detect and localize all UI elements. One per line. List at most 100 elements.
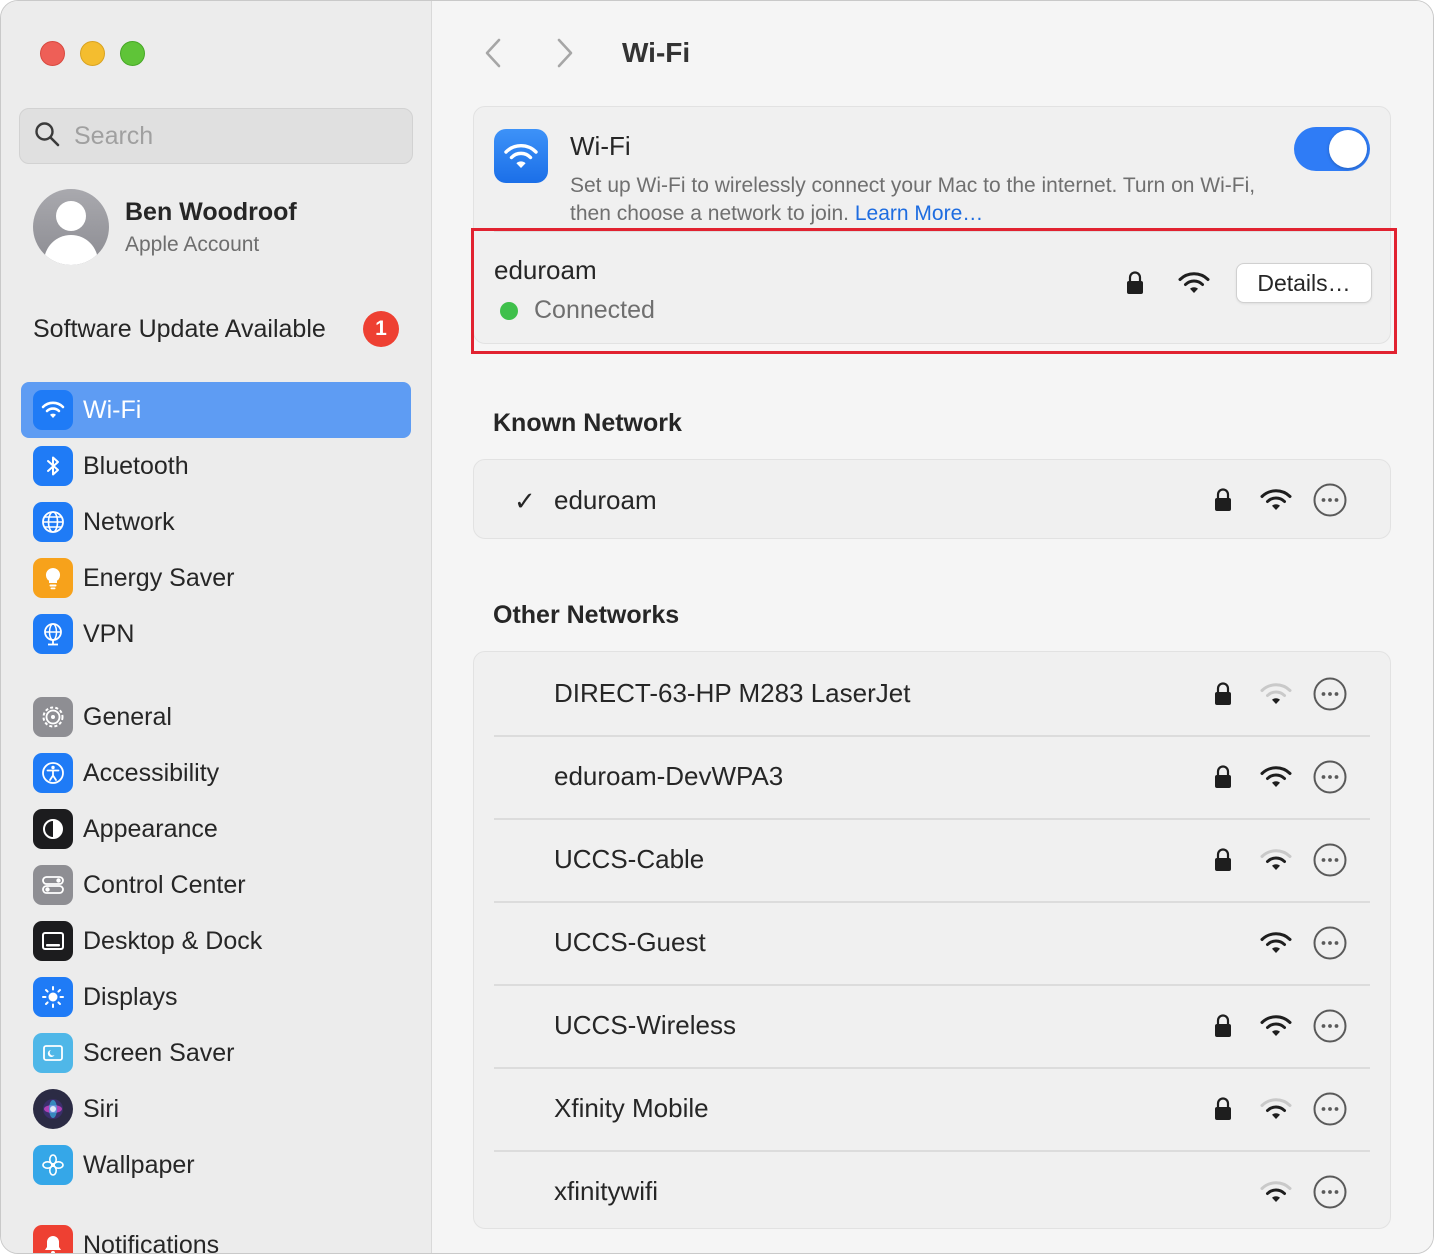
lock-icon: [1214, 764, 1232, 790]
avatar: [33, 189, 109, 265]
search-field[interactable]: [19, 108, 413, 164]
network-name: UCCS-Guest: [554, 927, 706, 957]
sidebar-item-label: Accessibility: [83, 758, 220, 787]
vpn-globe-icon: [33, 614, 73, 654]
other-networks-heading: Other Networks: [493, 601, 680, 629]
known-network-row[interactable]: ✓ eduroam: [474, 460, 1390, 540]
sidebar-item-displays[interactable]: Displays: [21, 969, 411, 1025]
more-options-icon[interactable]: [1312, 1091, 1348, 1127]
checkmark-icon: ✓: [514, 486, 536, 516]
apple-account[interactable]: Ben Woodroof Apple Account: [33, 189, 297, 265]
search-icon: [34, 121, 60, 152]
sidebar-item-control-center[interactable]: Control Center: [21, 857, 411, 913]
sidebar-item-wifi[interactable]: Wi-Fi: [21, 382, 411, 438]
accessibility-icon: [33, 753, 73, 793]
siri-icon: [33, 1089, 73, 1129]
wifi-signal-strong-icon: [1260, 931, 1292, 955]
main-pane: Wi-Fi Wi-Fi Set up Wi-Fi to wirelessly c…: [433, 1, 1433, 1253]
network-row[interactable]: eduroam-DevWPA3: [474, 735, 1390, 818]
network-name: UCCS-Cable: [554, 844, 705, 874]
sidebar-item-label: Screen Saver: [83, 1038, 235, 1067]
network-row[interactable]: DIRECT-63-HP M283 LaserJet: [474, 652, 1390, 735]
lock-icon: [1214, 1096, 1232, 1122]
network-row[interactable]: UCCS-Guest: [474, 901, 1390, 984]
sidebar-group-system: General Accessibility Appearance Control…: [21, 689, 411, 1193]
bluetooth-icon: [33, 446, 73, 486]
sidebar: Ben Woodroof Apple Account Software Upda…: [1, 1, 432, 1254]
network-name: DIRECT-63-HP M283 LaserJet: [554, 678, 911, 708]
network-row[interactable]: UCCS-Wireless: [474, 984, 1390, 1067]
sidebar-item-vpn[interactable]: VPN: [21, 606, 411, 662]
wifi-signal-medium-icon: [1260, 848, 1292, 872]
learn-more-link[interactable]: Learn More…: [855, 202, 983, 225]
sidebar-item-label: Wi-Fi: [83, 395, 142, 424]
sidebar-item-label: Network: [83, 507, 175, 536]
account-name: Ben Woodroof: [125, 197, 297, 226]
lock-icon: [1214, 1013, 1232, 1039]
dock-icon: [33, 921, 73, 961]
more-options-icon[interactable]: [1312, 1008, 1348, 1044]
lock-icon: [1214, 487, 1232, 513]
page-title: Wi-Fi: [622, 37, 691, 68]
appearance-icon: [33, 809, 73, 849]
wifi-signal-strong-icon: [1260, 488, 1292, 512]
sidebar-item-label: Energy Saver: [83, 563, 235, 592]
more-options-icon[interactable]: [1312, 842, 1348, 878]
zoom-button[interactable]: [120, 41, 145, 66]
wifi-signal-strong-icon: [1260, 765, 1292, 789]
sidebar-item-wallpaper[interactable]: Wallpaper: [21, 1137, 411, 1193]
sidebar-item-notifications[interactable]: Notifications: [21, 1217, 411, 1254]
switches-icon: [33, 865, 73, 905]
sidebar-item-siri[interactable]: Siri: [21, 1081, 411, 1137]
sidebar-item-label: Siri: [83, 1094, 120, 1123]
sidebar-item-desktop-dock[interactable]: Desktop & Dock: [21, 913, 411, 969]
lock-icon: [1214, 681, 1232, 707]
network-name: UCCS-Wireless: [554, 1010, 736, 1040]
network-row[interactable]: xfinitywifi: [474, 1150, 1390, 1233]
network-name: eduroam-DevWPA3: [554, 761, 784, 791]
more-options-icon[interactable]: [1312, 676, 1348, 712]
network-name: xfinitywifi: [554, 1176, 659, 1206]
wifi-signal-strong-icon: [1260, 1014, 1292, 1038]
software-update-item[interactable]: Software Update Available 1: [33, 311, 399, 347]
bell-icon: [33, 1225, 73, 1253]
toolbar: Wi-Fi: [473, 25, 690, 81]
wifi-signal-medium-icon: [1260, 1180, 1292, 1204]
more-options-icon[interactable]: [1312, 1174, 1348, 1210]
sidebar-item-label: Displays: [83, 982, 178, 1011]
sidebar-item-accessibility[interactable]: Accessibility: [21, 745, 411, 801]
back-button[interactable]: [473, 33, 513, 73]
search-input[interactable]: [74, 121, 394, 151]
sidebar-item-screen-saver[interactable]: Screen Saver: [21, 1025, 411, 1081]
sidebar-group-network: Wi-Fi Bluetooth Network Energy Saver VPN: [21, 382, 411, 662]
sidebar-item-general[interactable]: General: [21, 689, 411, 745]
wifi-title: Wi-Fi: [570, 131, 631, 161]
window-controls: [40, 41, 145, 66]
network-row[interactable]: UCCS-Cable: [474, 818, 1390, 901]
close-button[interactable]: [40, 41, 65, 66]
network-name: eduroam: [554, 484, 657, 515]
forward-button[interactable]: [545, 33, 585, 73]
sidebar-item-label: VPN: [83, 619, 135, 648]
wifi-toggle[interactable]: [1294, 127, 1370, 171]
sidebar-item-network[interactable]: Network: [21, 494, 411, 550]
sidebar-item-label: Desktop & Dock: [83, 926, 263, 955]
known-network-heading: Known Network: [493, 409, 682, 437]
more-options-icon[interactable]: [1312, 759, 1348, 795]
more-options-icon[interactable]: [1312, 925, 1348, 961]
more-options-icon[interactable]: [1312, 482, 1348, 518]
network-row[interactable]: Xfinity Mobile: [474, 1067, 1390, 1150]
wifi-signal-weak-icon: [1260, 682, 1292, 706]
sidebar-item-label: Control Center: [83, 870, 246, 899]
other-networks-card: DIRECT-63-HP M283 LaserJet eduroam-DevWP…: [473, 651, 1391, 1229]
software-update-label: Software Update Available: [33, 314, 326, 343]
sidebar-item-label: Wallpaper: [83, 1150, 195, 1179]
wifi-icon: [494, 129, 548, 183]
lock-icon: [1214, 847, 1232, 873]
sidebar-item-bluetooth[interactable]: Bluetooth: [21, 438, 411, 494]
sidebar-item-energy-saver[interactable]: Energy Saver: [21, 550, 411, 606]
minimize-button[interactable]: [80, 41, 105, 66]
sidebar-item-appearance[interactable]: Appearance: [21, 801, 411, 857]
account-subtitle: Apple Account: [125, 232, 260, 256]
sidebar-item-label: Notifications: [83, 1230, 220, 1254]
